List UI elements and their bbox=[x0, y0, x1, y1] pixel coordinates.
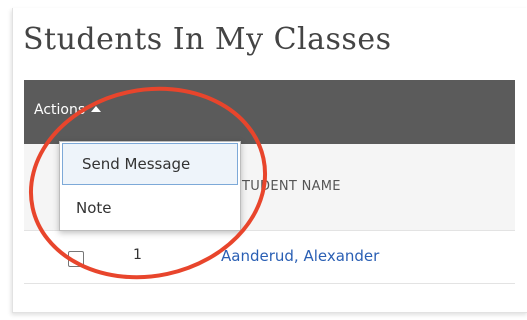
actions-label: Actions bbox=[34, 102, 86, 118]
menu-item-note[interactable]: Note bbox=[60, 186, 240, 230]
row-select-checkbox[interactable] bbox=[68, 251, 84, 267]
actions-dropdown-menu: Send Message Note bbox=[59, 141, 241, 231]
actions-dropdown-toggle[interactable]: Actions bbox=[34, 102, 102, 118]
page-title: Students In My Classes bbox=[23, 22, 392, 57]
row-number: 1 bbox=[133, 247, 142, 263]
column-header-student-name[interactable]: TUDENT NAME bbox=[242, 179, 341, 194]
menu-item-send-message[interactable]: Send Message bbox=[62, 143, 238, 185]
student-name-link[interactable]: Aanderud, Alexander bbox=[221, 247, 379, 265]
table-row: 1 Aanderud, Alexander bbox=[24, 231, 515, 284]
actions-toolbar: Actions bbox=[24, 80, 515, 144]
caret-up-icon bbox=[91, 106, 102, 112]
